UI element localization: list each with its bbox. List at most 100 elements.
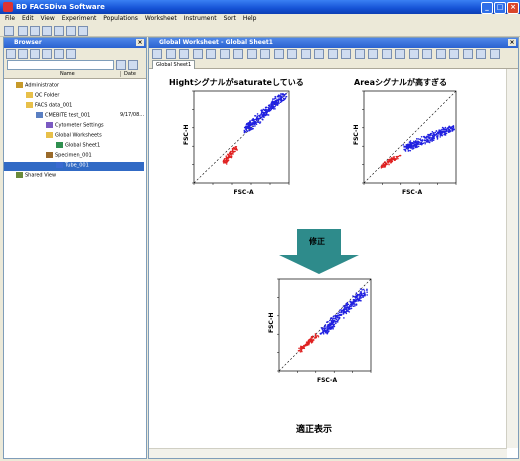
worksheet-tool-icon-5[interactable] (219, 49, 230, 59)
arrow-label: 修正 (309, 237, 325, 246)
minimize-icon[interactable]: _ (481, 2, 493, 14)
import-icon[interactable] (66, 49, 76, 59)
y-axis-label: FSC-H (353, 125, 360, 145)
tree-item-2[interactable]: FACS data_001 (4, 102, 144, 111)
worksheet-tool-icon-1[interactable] (165, 49, 176, 59)
browser-tree: Administrator QC Folder FACS data_001 CMEBI… (4, 79, 146, 439)
toolbar-icon-4[interactable] (54, 26, 64, 36)
main-toolbar (0, 24, 520, 37)
worksheet-header: Global Worksheet - Global Sheet1 × (149, 38, 518, 48)
menu-instrument[interactable]: Instrument (184, 15, 217, 22)
worksheet-tool-icon-10[interactable] (287, 49, 297, 59)
tree-item-label: CMEBITE test_001 (45, 112, 91, 119)
x-axis-label: FSC-A (402, 189, 422, 196)
y-axis-label: FSC-H (268, 313, 275, 333)
worksheet-close-icon[interactable]: × (508, 39, 516, 46)
worksheet-tool-icon-21[interactable] (435, 49, 446, 59)
shared-icon (16, 172, 23, 178)
browser-header: Browser × (4, 38, 146, 48)
tree-item-6[interactable]: Global Sheet1 (4, 142, 144, 151)
maximize-icon[interactable]: □ (494, 2, 506, 14)
worksheet-tool-icon-19[interactable] (408, 49, 419, 59)
worksheet-tool-icon-12[interactable] (314, 49, 324, 59)
tree-item-7[interactable]: Specimen_001 (4, 152, 144, 161)
tube-icon (56, 162, 63, 168)
menu-populations[interactable]: Populations (103, 15, 138, 22)
worksheet-tool-icon-25[interactable] (489, 49, 500, 59)
worksheet-horizontal-scrollbar[interactable] (149, 448, 507, 458)
worksheet-tabs: Global Sheet1 (149, 59, 518, 69)
worksheet-tool-icon-18[interactable] (395, 49, 405, 59)
search-prev-icon[interactable] (116, 60, 126, 70)
tree-item-1[interactable]: QC Folder (4, 92, 144, 101)
worksheet-tool-icon-8[interactable] (260, 49, 270, 59)
worksheet-tool-icon-9[interactable] (273, 49, 284, 59)
new-specimen-icon[interactable] (30, 49, 40, 59)
tree-item-label: Shared View (25, 172, 57, 179)
tree-item-5[interactable]: Global Worksheets (4, 132, 144, 141)
new-tube-icon[interactable] (42, 49, 52, 59)
tab-global-sheet1[interactable]: Global Sheet1 (152, 60, 196, 69)
browser-close-icon[interactable]: × (136, 39, 144, 46)
tree-item-3[interactable]: CMEBITE test_001 9/17/08... (4, 112, 144, 121)
worksheet-tool-icon-6[interactable] (233, 49, 243, 59)
new-folder-icon[interactable] (6, 49, 16, 59)
search-next-icon[interactable] (128, 60, 138, 70)
menu-bar: File Edit View Experiment Populations Wo… (0, 14, 520, 24)
toolbar-icon-5[interactable] (66, 26, 76, 36)
worksheet-tool-icon-0[interactable] (152, 49, 162, 59)
menu-sort[interactable]: Sort (224, 15, 236, 22)
close-icon[interactable]: × (507, 2, 519, 14)
toolbar-icon-1[interactable] (18, 26, 28, 36)
tree-item-9[interactable]: Shared View (4, 172, 144, 181)
worksheet-tool-icon-24[interactable] (476, 49, 486, 59)
delete-icon[interactable] (54, 49, 64, 59)
worksheet-tool-icon-16[interactable] (368, 49, 378, 59)
worksheet-tool-icon-17[interactable] (381, 49, 392, 59)
plot2-dotplot[interactable]: FSC-A FSC-H (353, 90, 457, 196)
tree-item-8[interactable]: Tube_001 (4, 162, 144, 171)
menu-edit[interactable]: Edit (22, 15, 34, 22)
worksheet-tool-icon-7[interactable] (246, 49, 257, 59)
worksheet-tool-icon-22[interactable] (449, 49, 459, 59)
worksheet-tool-icon-20[interactable] (422, 49, 432, 59)
worksheet-tool-icon-13[interactable] (327, 49, 338, 59)
worksheet-tool-icon-23[interactable] (462, 49, 473, 59)
worksheet-tool-icon-11[interactable] (300, 49, 311, 59)
menu-help[interactable]: Help (243, 15, 257, 22)
specimen-icon (46, 152, 53, 158)
worksheet-tool-icon-2[interactable] (179, 49, 189, 59)
new-experiment-icon[interactable] (18, 49, 28, 59)
worksheet-toolbar (149, 48, 518, 59)
menu-view[interactable]: View (41, 15, 55, 22)
worksheet-tool-icon-4[interactable] (206, 49, 216, 59)
browser-columns: Name Date (4, 70, 146, 79)
settings-icon (46, 122, 53, 128)
worksheet-vertical-scrollbar[interactable] (506, 69, 518, 448)
x-axis-label: FSC-A (234, 189, 254, 196)
browser-search-input[interactable] (7, 60, 114, 70)
tree-item-0[interactable]: Administrator (4, 82, 144, 91)
tree-item-label: FACS data_001 (35, 102, 73, 109)
menu-worksheet[interactable]: Worksheet (145, 15, 177, 22)
column-name[interactable]: Name (60, 71, 75, 77)
worksheet-graphics: FSC-A FSC-H FSC-A FSC-H FSC-A FSC-H (183, 90, 457, 384)
worksheet-title: Global Worksheet - Global Sheet1 (159, 39, 273, 46)
toolbar-icon-6[interactable] (78, 26, 88, 36)
plot1-dotplot[interactable]: FSC-A FSC-H (183, 90, 290, 196)
toolbar-icon-3[interactable] (42, 26, 52, 36)
tree-item-4[interactable]: Cytometer Settings (4, 122, 144, 131)
tree-item-label: QC Folder (35, 92, 60, 99)
tree-item-label: Tube_001 (65, 162, 89, 169)
worksheet-tool-icon-15[interactable] (354, 49, 365, 59)
plot3-dotplot[interactable]: FSC-A FSC-H (268, 278, 372, 384)
toolbar-icon-2[interactable] (30, 26, 40, 36)
sheet-icon (56, 142, 63, 148)
column-date[interactable]: Date (120, 71, 136, 77)
menu-experiment[interactable]: Experiment (62, 15, 97, 22)
save-icon[interactable] (4, 26, 14, 36)
menu-file[interactable]: File (5, 15, 15, 22)
tree-item-label: Global Worksheets (55, 132, 102, 139)
worksheet-tool-icon-14[interactable] (341, 49, 351, 59)
worksheet-tool-icon-3[interactable] (192, 49, 203, 59)
